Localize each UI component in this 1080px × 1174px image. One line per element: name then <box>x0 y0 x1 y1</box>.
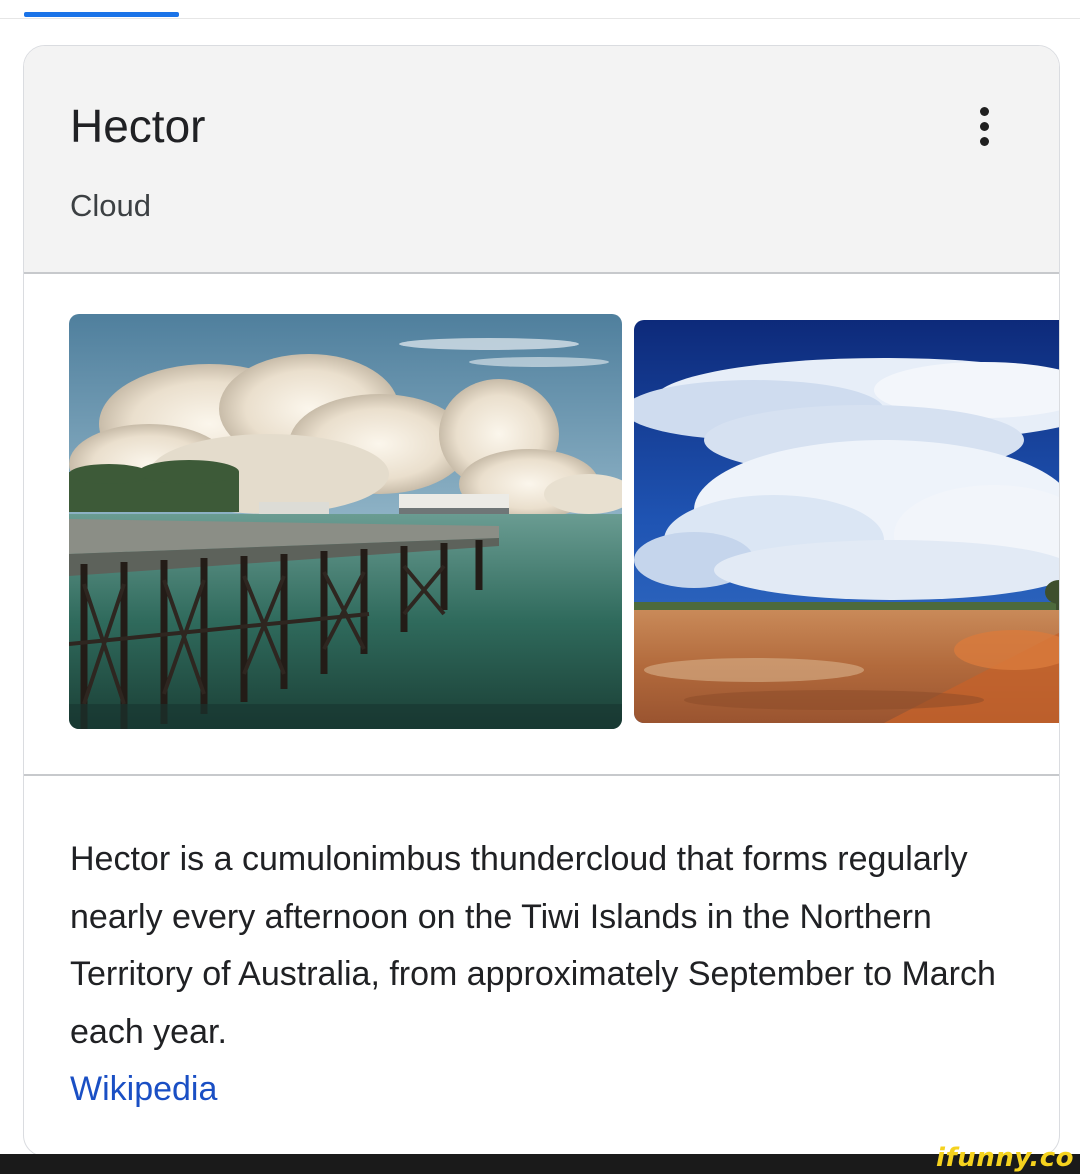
active-tab-indicator <box>24 12 179 17</box>
top-tab-strip <box>0 0 1080 19</box>
entity-subtitle: Cloud <box>70 188 151 223</box>
entity-description: Hector is a cumulonimbus thundercloud th… <box>70 831 1015 1119</box>
watermark-bar: ifunny.co <box>0 1143 1080 1174</box>
ifunny-watermark: ifunny.co <box>936 1143 1074 1173</box>
pier-with-thundercloud-photo[interactable] <box>69 314 622 729</box>
knowledge-panel-header: Hector Cloud <box>24 46 1059 274</box>
plain-photo-graphic <box>634 320 1059 723</box>
pier-photo-graphic <box>69 314 622 729</box>
knowledge-panel-card: Hector Cloud Hector is a cumulonimbus th… <box>23 45 1060 1157</box>
entity-title: Hector <box>70 100 206 152</box>
vertical-dots-icon <box>979 106 989 116</box>
thundercloud-over-red-plain-photo[interactable] <box>634 320 1059 723</box>
description-text: Hector is a cumulonimbus thundercloud th… <box>70 840 996 1051</box>
image-carousel <box>24 274 1059 776</box>
more-options-button[interactable] <box>964 98 1004 154</box>
page: Hector Cloud Hector is a cumulonimbus th… <box>0 0 1080 1174</box>
wikipedia-source-link[interactable]: Wikipedia <box>70 1070 217 1108</box>
vertical-dots-icon-dot <box>979 121 989 131</box>
vertical-dots-icon-dot <box>979 136 989 146</box>
